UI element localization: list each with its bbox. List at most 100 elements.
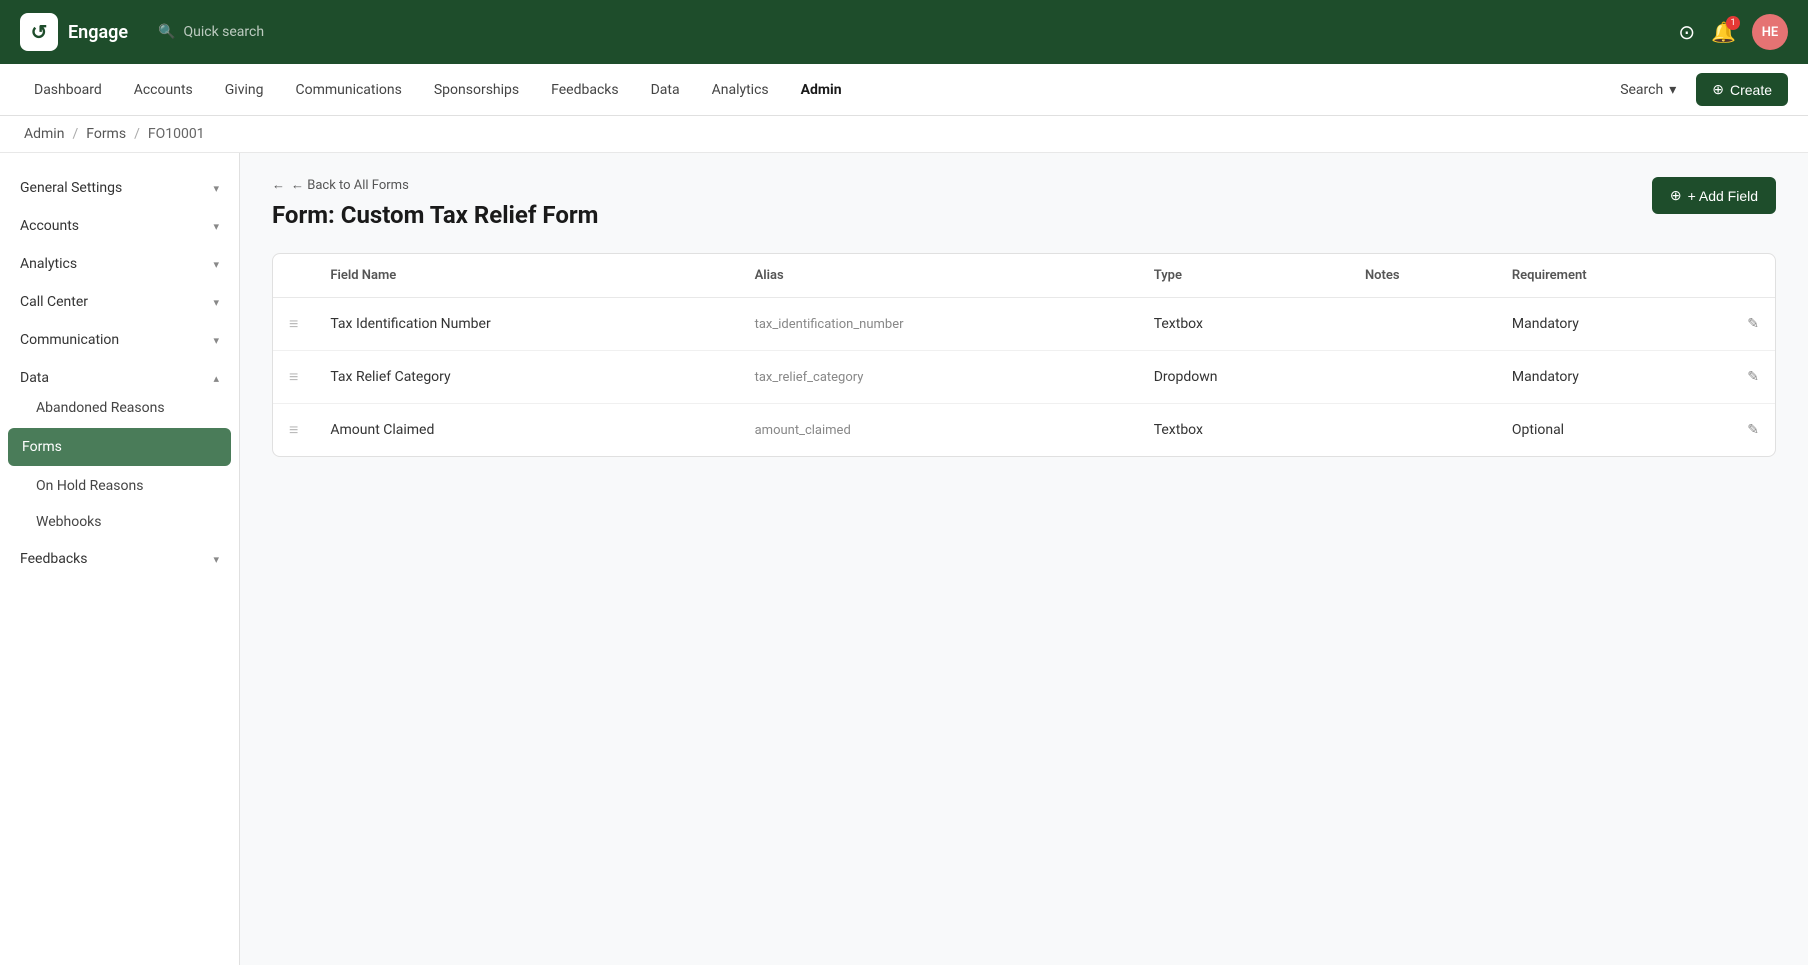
sidebar-item-label: General Settings (20, 180, 122, 196)
quick-search-label: Quick search (183, 24, 264, 40)
drag-handle-icon[interactable]: ≡ (289, 314, 298, 333)
chevron-icon: ▾ (213, 334, 219, 347)
app-title: Engage (68, 22, 128, 43)
avatar-initials: HE (1762, 25, 1779, 40)
breadcrumb: Admin / Forms / FO10001 (0, 116, 1808, 153)
dropdown-icon: ▾ (1669, 82, 1676, 98)
search-button[interactable]: Search ▾ (1612, 76, 1684, 104)
table-row: ≡ Tax Identification Number tax_identifi… (273, 298, 1775, 351)
nav-feedbacks[interactable]: Feedbacks (537, 76, 632, 104)
sidebar-item-label: Call Center (20, 294, 88, 310)
col-requirement: Requirement (1496, 254, 1731, 298)
plus-circle-icon: ⊕ (1670, 187, 1682, 204)
sidebar-item-accounts[interactable]: Accounts ▾ (0, 207, 239, 245)
sidebar-item-label: Feedbacks (20, 551, 87, 567)
sidebar-item-feedbacks[interactable]: Feedbacks ▾ (0, 540, 239, 578)
fields-table-card: Field Name Alias Type Notes Requirement … (272, 253, 1776, 457)
type-cell: Textbox (1138, 298, 1349, 351)
secondary-nav: Dashboard Accounts Giving Communications… (0, 64, 1808, 116)
nav-accounts[interactable]: Accounts (120, 76, 207, 104)
notifications-button[interactable]: 🔔 1 (1711, 20, 1736, 44)
sidebar-subitem-abandoned-reasons[interactable]: Abandoned Reasons (0, 390, 239, 426)
page-header: ← ← Back to All Forms Form: Custom Tax R… (272, 177, 1776, 229)
sidebar-item-label: Communication (20, 332, 119, 348)
col-notes: Notes (1349, 254, 1496, 298)
edit-icon[interactable]: ✎ (1747, 316, 1759, 332)
requirement-cell: Mandatory (1496, 298, 1731, 351)
breadcrumb-forms[interactable]: Forms (86, 126, 126, 142)
notes-cell (1349, 351, 1496, 404)
sidebar-item-analytics[interactable]: Analytics ▾ (0, 245, 239, 283)
alias-cell: tax_relief_category (739, 351, 1138, 404)
notification-count: 1 (1726, 16, 1740, 30)
sidebar-item-label: Data (20, 370, 49, 386)
sidebar-item-label: Accounts (20, 218, 79, 234)
nav-dashboard[interactable]: Dashboard (20, 76, 116, 104)
table-header-row: Field Name Alias Type Notes Requirement (273, 254, 1775, 298)
header-left: ← ← Back to All Forms Form: Custom Tax R… (272, 177, 598, 229)
chevron-icon: ▾ (213, 182, 219, 195)
page-title: Form: Custom Tax Relief Form (272, 201, 598, 229)
sidebar-subitem-on-hold-reasons[interactable]: On Hold Reasons (0, 468, 239, 504)
quick-search[interactable]: 🔍 Quick search (158, 24, 264, 40)
nav-right: Search ▾ ⊕ Create (1612, 73, 1788, 106)
sidebar-item-label: Analytics (20, 256, 77, 272)
nav-giving[interactable]: Giving (211, 76, 278, 104)
app-logo[interactable]: ↺ Engage (20, 13, 128, 51)
edit-icon[interactable]: ✎ (1747, 369, 1759, 385)
sidebar-subitem-webhooks[interactable]: Webhooks (0, 504, 239, 540)
drag-handle-icon[interactable]: ≡ (289, 367, 298, 386)
requirement-cell: Optional (1496, 404, 1731, 457)
breadcrumb-sep-2: / (134, 126, 140, 142)
nav-items: Dashboard Accounts Giving Communications… (20, 76, 1612, 104)
chevron-icon: ▾ (213, 296, 219, 309)
breadcrumb-sep-1: / (72, 126, 78, 142)
notes-cell (1349, 404, 1496, 457)
sidebar-item-call-center[interactable]: Call Center ▾ (0, 283, 239, 321)
chevron-icon: ▾ (213, 220, 219, 233)
nav-analytics[interactable]: Analytics (698, 76, 783, 104)
breadcrumb-admin[interactable]: Admin (24, 126, 64, 142)
logo-icon: ↺ (20, 13, 58, 51)
fields-table: Field Name Alias Type Notes Requirement … (273, 254, 1775, 456)
nav-communications[interactable]: Communications (281, 76, 415, 104)
sidebar-subitem-forms[interactable]: Forms (8, 428, 231, 466)
back-link[interactable]: ← ← Back to All Forms (272, 177, 598, 193)
chevron-up-icon: ▴ (213, 372, 219, 385)
nav-sponsorships[interactable]: Sponsorships (420, 76, 533, 104)
sidebar-item-communication[interactable]: Communication ▾ (0, 321, 239, 359)
field-name-cell: Tax Relief Category (314, 351, 738, 404)
top-bar: ↺ Engage 🔍 Quick search ⊙ 🔔 1 HE (0, 0, 1808, 64)
table-row: ≡ Amount Claimed amount_claimed Textbox … (273, 404, 1775, 457)
create-button[interactable]: ⊕ Create (1696, 73, 1788, 106)
sidebar-subitem-label: Forms (22, 439, 62, 455)
notes-cell (1349, 298, 1496, 351)
avatar[interactable]: HE (1752, 14, 1788, 50)
alias-cell: tax_identification_number (739, 298, 1138, 351)
main-area: ← ← Back to All Forms Form: Custom Tax R… (240, 153, 1808, 965)
page-content: General Settings ▾ Accounts ▾ Analytics … (0, 153, 1808, 965)
field-name-cell: Tax Identification Number (314, 298, 738, 351)
edit-icon[interactable]: ✎ (1747, 422, 1759, 438)
search-icon: 🔍 (158, 24, 175, 40)
sidebar-item-general-settings[interactable]: General Settings ▾ (0, 169, 239, 207)
nav-data[interactable]: Data (637, 76, 694, 104)
top-bar-right: ⊙ 🔔 1 HE (1678, 14, 1788, 50)
col-actions (1731, 254, 1775, 298)
field-name-cell: Amount Claimed (314, 404, 738, 457)
chevron-icon: ▾ (213, 258, 219, 271)
back-arrow-icon: ← (272, 177, 285, 193)
back-link-label: ← Back to All Forms (291, 177, 409, 193)
create-label: Create (1730, 82, 1772, 98)
sidebar-item-data[interactable]: Data ▴ (0, 359, 239, 390)
plus-circle-icon: ⊕ (1712, 81, 1724, 98)
help-button[interactable]: ⊙ (1678, 20, 1695, 44)
add-field-button[interactable]: ⊕ + Add Field (1652, 177, 1776, 214)
col-drag (273, 254, 314, 298)
nav-admin[interactable]: Admin (787, 76, 856, 104)
breadcrumb-current: FO10001 (148, 126, 205, 142)
sidebar: General Settings ▾ Accounts ▾ Analytics … (0, 153, 240, 965)
add-field-label: + Add Field (1688, 188, 1758, 204)
col-field-name: Field Name (314, 254, 738, 298)
drag-handle-icon[interactable]: ≡ (289, 420, 298, 439)
